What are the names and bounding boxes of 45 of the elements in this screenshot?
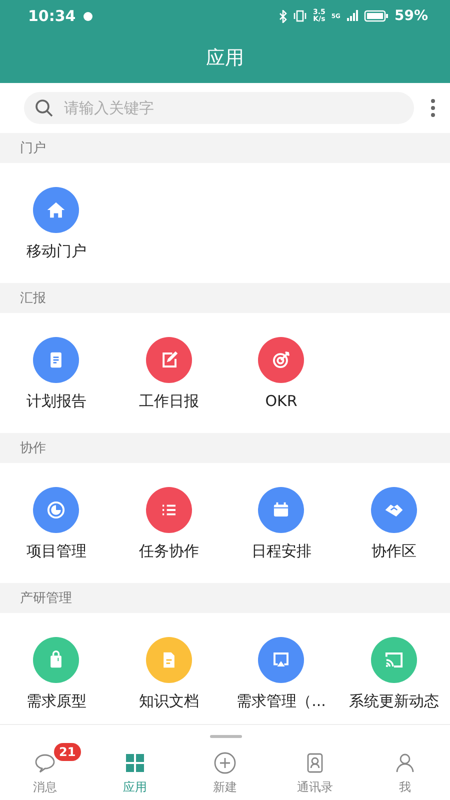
app-label[interactable]: 任务协作 [138, 541, 199, 561]
app-label[interactable]: 协作区 [371, 541, 416, 561]
page-title: 应用 [206, 46, 244, 70]
section-title: 汇报 [20, 290, 46, 307]
app-label[interactable]: 项目管理 [26, 541, 86, 561]
plus-icon [213, 751, 237, 775]
clock-time: 10:34 [28, 7, 76, 25]
app-icon[interactable] [258, 637, 304, 683]
app-icon[interactable] [370, 637, 417, 683]
grid-icon [123, 751, 147, 775]
app-icon[interactable] [258, 337, 304, 383]
more-icon[interactable] [430, 98, 436, 118]
app-icon[interactable] [146, 337, 192, 383]
battery-icon [364, 10, 388, 22]
app-icon[interactable] [33, 487, 80, 533]
app-label[interactable]: 知识文档 [138, 691, 199, 711]
nav-tab[interactable]: 消息 21 [0, 739, 90, 800]
search-field[interactable]: 请输入关键字 [24, 92, 414, 124]
nav-tab[interactable]: 新建 [180, 739, 270, 800]
battery-percent: 59% [394, 8, 428, 24]
unread-badge: 21 [54, 743, 81, 761]
app-icon[interactable] [33, 637, 80, 683]
section-title: 协作 [20, 440, 46, 457]
bluetooth-icon [278, 10, 287, 22]
app-label[interactable]: 工作日报 [138, 391, 199, 411]
app-icon[interactable] [33, 187, 80, 233]
section-title: 门户 [20, 140, 46, 157]
section-title: 产研管理 [20, 590, 72, 607]
app-icon[interactable] [146, 637, 192, 683]
app-label[interactable]: OKR [265, 391, 298, 411]
drag-handle[interactable] [210, 735, 242, 738]
nav-tab[interactable]: 通讯录 [270, 739, 360, 800]
app-icon[interactable] [370, 487, 417, 533]
vibrate-icon [292, 10, 307, 22]
app-label[interactable]: 计划报告 [26, 391, 86, 411]
app-icon[interactable] [146, 487, 192, 533]
app-label[interactable]: 移动门户 [26, 241, 86, 261]
app-icon[interactable] [258, 487, 304, 533]
app-label[interactable]: 需求原型 [26, 691, 86, 711]
app-icon[interactable] [33, 337, 80, 383]
signal-icon [346, 10, 358, 22]
app-label[interactable]: 需求管理（... [236, 691, 326, 711]
app-label[interactable]: 系统更新动态 [348, 691, 439, 711]
nav-tab[interactable]: 我 [360, 739, 450, 800]
app-label[interactable]: 日程安排 [251, 541, 312, 561]
